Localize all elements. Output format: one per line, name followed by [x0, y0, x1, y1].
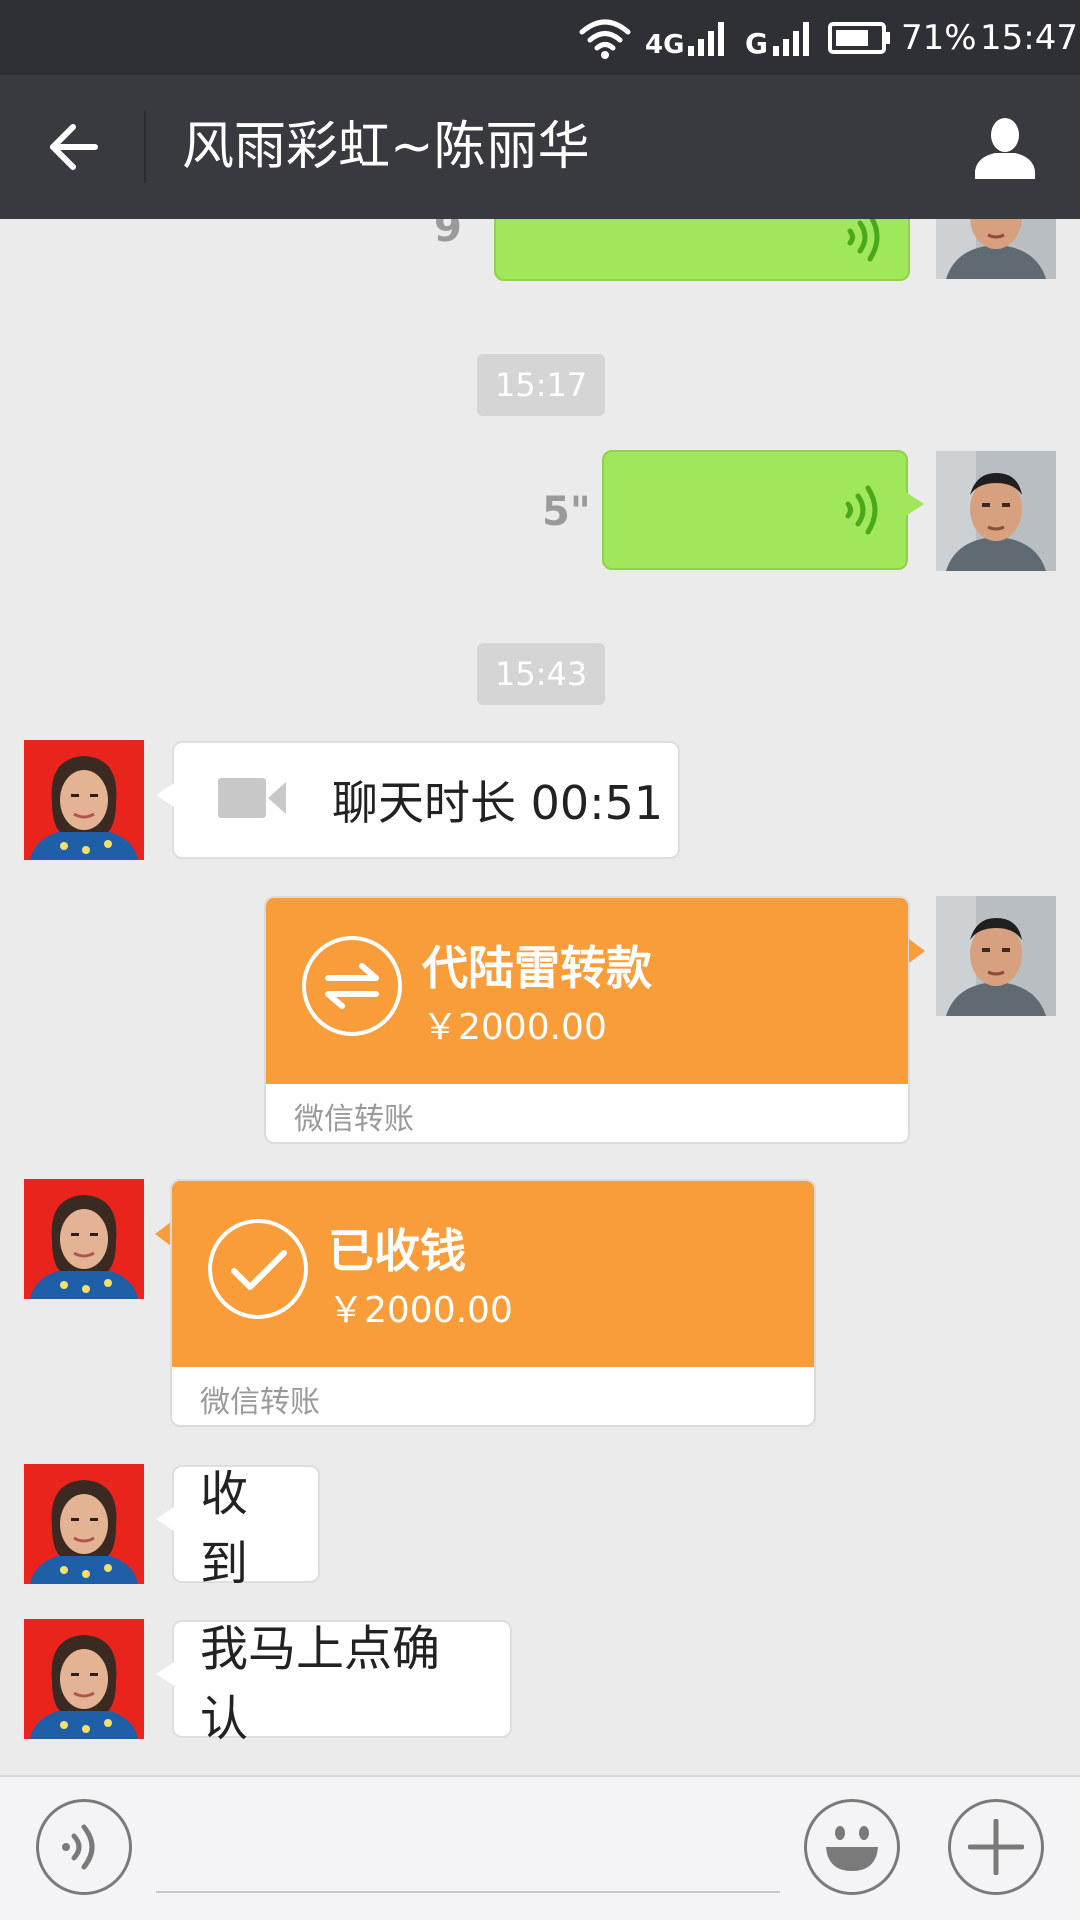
contact-profile-icon	[975, 118, 1035, 179]
transfer-exchange-icon	[300, 934, 404, 1038]
back-arrow-icon	[50, 124, 98, 170]
transfer-title: 代陆雷转款	[422, 941, 652, 995]
transfer-title: 已收钱	[328, 1224, 466, 1278]
transfer-amount: ￥2000.00	[422, 1007, 607, 1048]
voice-mode-icon	[62, 1824, 95, 1870]
contact-avatar[interactable]	[24, 1464, 144, 1584]
my-avatar[interactable]	[936, 896, 1056, 1016]
bubble-tail	[909, 939, 925, 963]
my-avatar[interactable]	[936, 219, 1056, 279]
voice-message-bubble[interactable]	[602, 450, 924, 570]
transfer-footer-label: 微信转账	[294, 1102, 414, 1137]
wifi-icon	[578, 0, 634, 75]
transfer-received-card[interactable]: 已收钱 ￥2000.00 微信转账	[170, 1179, 816, 1427]
video-camera-icon	[218, 776, 288, 824]
network-type-g: G	[745, 27, 768, 60]
emoji-icon	[826, 1826, 878, 1871]
text-message-bubble[interactable]: 收到	[156, 1465, 320, 1592]
message-input[interactable]	[156, 1805, 780, 1893]
voice-mode-button[interactable]	[36, 1799, 132, 1895]
more-options-button[interactable]	[948, 1799, 1044, 1895]
bubble-tail	[155, 1222, 171, 1246]
voice-duration: 9	[434, 219, 462, 251]
my-avatar[interactable]	[936, 451, 1056, 571]
contact-profile-button[interactable]	[966, 113, 1044, 183]
timestamp-divider: 15:43	[477, 643, 606, 705]
voice-wave-icon	[840, 219, 880, 267]
transfer-amount: ￥2000.00	[328, 1290, 513, 1331]
status-time: 15:47	[980, 17, 1078, 58]
input-bar	[0, 1775, 1080, 1920]
voice-message-bubble[interactable]	[494, 219, 910, 281]
chat-area[interactable]: 9 15:17 5" 15:43 聊天时长 00:51 代陆雷转款 ￥2000.…	[0, 219, 1080, 1775]
check-circle-icon	[206, 1217, 310, 1321]
transfer-footer-label: 微信转账	[200, 1385, 320, 1420]
timestamp-divider: 15:17	[477, 354, 606, 416]
signal-icon	[688, 0, 728, 75]
transfer-sent-card[interactable]: 代陆雷转款 ￥2000.00 微信转账	[264, 896, 910, 1144]
message-text: 我马上点确认	[200, 1621, 441, 1747]
video-call-record-bubble[interactable]: 聊天时长 00:51	[156, 741, 680, 859]
contact-avatar[interactable]	[24, 1619, 144, 1739]
contact-avatar[interactable]	[24, 740, 144, 860]
signal-icon	[773, 0, 813, 75]
message-text: 收到	[200, 1466, 249, 1592]
contact-avatar[interactable]	[24, 1179, 144, 1299]
status-bar: 4G G 71% 15:47	[0, 0, 1080, 75]
text-message-bubble[interactable]: 我马上点确认	[156, 1620, 512, 1747]
voice-wave-icon	[838, 484, 878, 540]
emoji-button[interactable]	[804, 1799, 900, 1895]
back-button[interactable]	[30, 112, 116, 182]
voice-duration: 5"	[542, 489, 591, 535]
battery-percent: 71%	[901, 17, 977, 58]
title-bar: 风雨彩虹~陈丽华	[0, 75, 1080, 219]
battery-icon	[828, 0, 892, 75]
title-divider	[144, 111, 146, 183]
chat-title: 风雨彩虹~陈丽华	[182, 117, 590, 177]
video-call-duration-text: 聊天时长 00:51	[332, 776, 664, 830]
plus-icon	[968, 1819, 1024, 1875]
network-type-4g: 4G	[645, 29, 685, 60]
